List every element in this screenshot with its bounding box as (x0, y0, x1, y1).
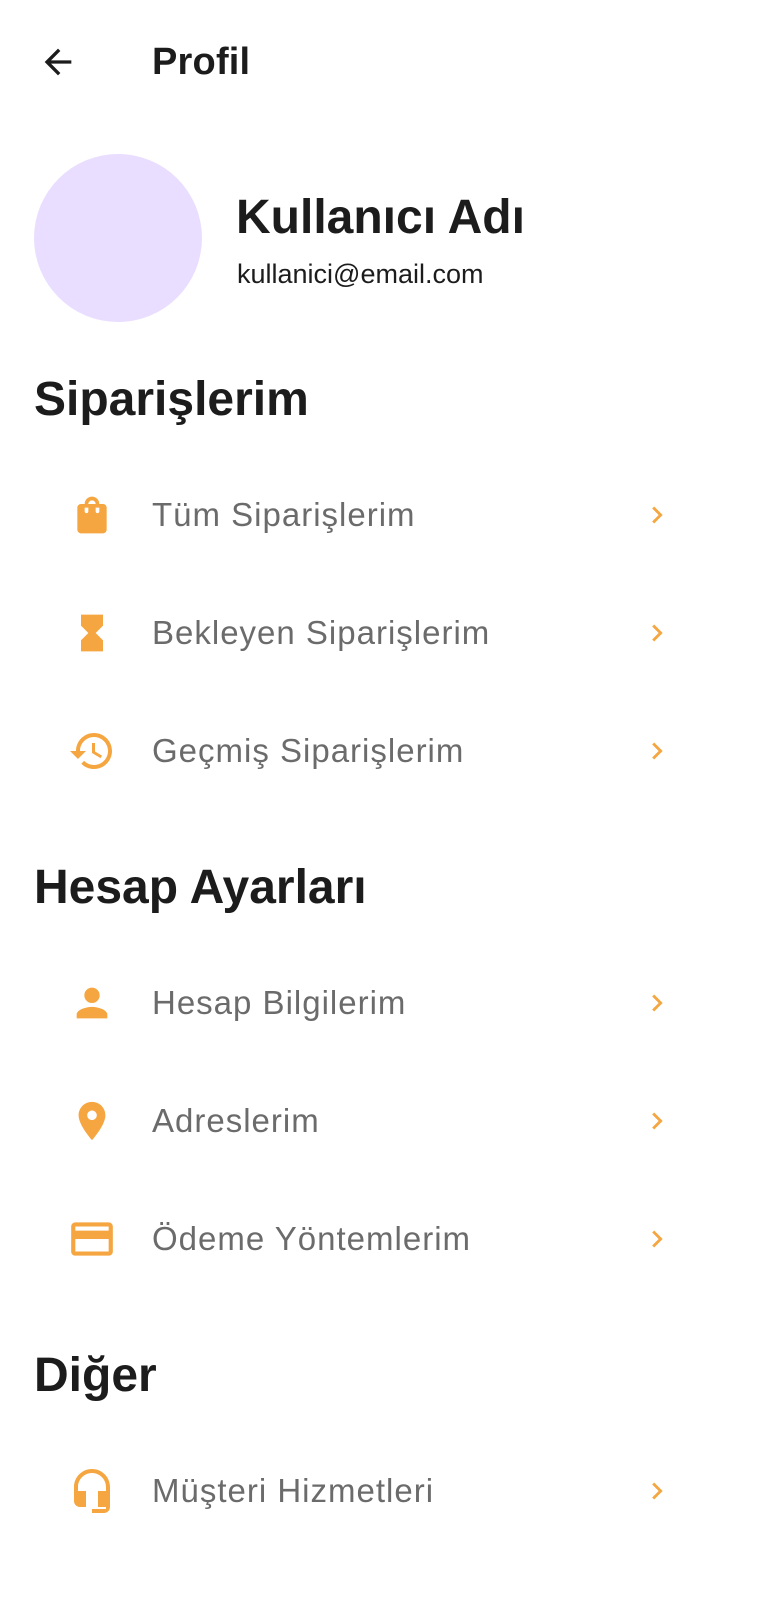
history-icon (66, 725, 118, 777)
menu-item-payment-methods[interactable]: Ödeme Yöntemlerim (34, 1180, 706, 1298)
section-title-other: Diğer (34, 1349, 157, 1402)
chevron-right-icon (640, 495, 674, 535)
headset-icon (66, 1465, 118, 1517)
menu-item-pending-orders[interactable]: Bekleyen Siparişlerim (34, 574, 706, 692)
chevron-right-icon (640, 613, 674, 653)
menu-item-label: Tüm Siparişlerim (152, 496, 416, 533)
chevron-right-icon (640, 731, 674, 771)
section-title-account-settings: Hesap Ayarları (34, 861, 367, 914)
shopping-bag-icon (66, 489, 118, 541)
app-bar: Profil (0, 0, 773, 124)
menu-item-label: Ödeme Yöntemlerim (152, 1220, 472, 1257)
section-title-orders: Siparişlerim (34, 373, 309, 426)
menu-item-label: Müşteri Hizmetleri (152, 1472, 435, 1509)
page-title: Profil (152, 41, 251, 83)
chevron-right-icon (640, 1101, 674, 1141)
location-pin-icon (66, 1095, 118, 1147)
chevron-right-icon (640, 1219, 674, 1259)
menu-item-account-info[interactable]: Hesap Bilgilerim (34, 944, 706, 1062)
person-icon (66, 977, 118, 1029)
hourglass-icon (66, 607, 118, 659)
menu-item-addresses[interactable]: Adreslerim (34, 1062, 706, 1180)
credit-card-icon (66, 1213, 118, 1265)
avatar[interactable] (34, 154, 202, 322)
chevron-right-icon (640, 983, 674, 1023)
chevron-right-icon (640, 1471, 674, 1511)
arrow-back-icon (44, 48, 72, 76)
back-button[interactable] (34, 40, 82, 84)
user-name: Kullanıcı Adı (236, 191, 525, 244)
user-email: kullanici@email.com (237, 259, 484, 289)
menu-item-label: Adreslerim (152, 1102, 320, 1139)
menu-item-past-orders[interactable]: Geçmiş Siparişlerim (34, 692, 706, 810)
menu-item-label: Geçmiş Siparişlerim (152, 732, 465, 769)
menu-item-customer-service[interactable]: Müşteri Hizmetleri (34, 1432, 706, 1550)
menu-item-label: Bekleyen Siparişlerim (152, 614, 491, 651)
menu-item-label: Hesap Bilgilerim (152, 984, 407, 1021)
menu-item-all-orders[interactable]: Tüm Siparişlerim (34, 456, 706, 574)
